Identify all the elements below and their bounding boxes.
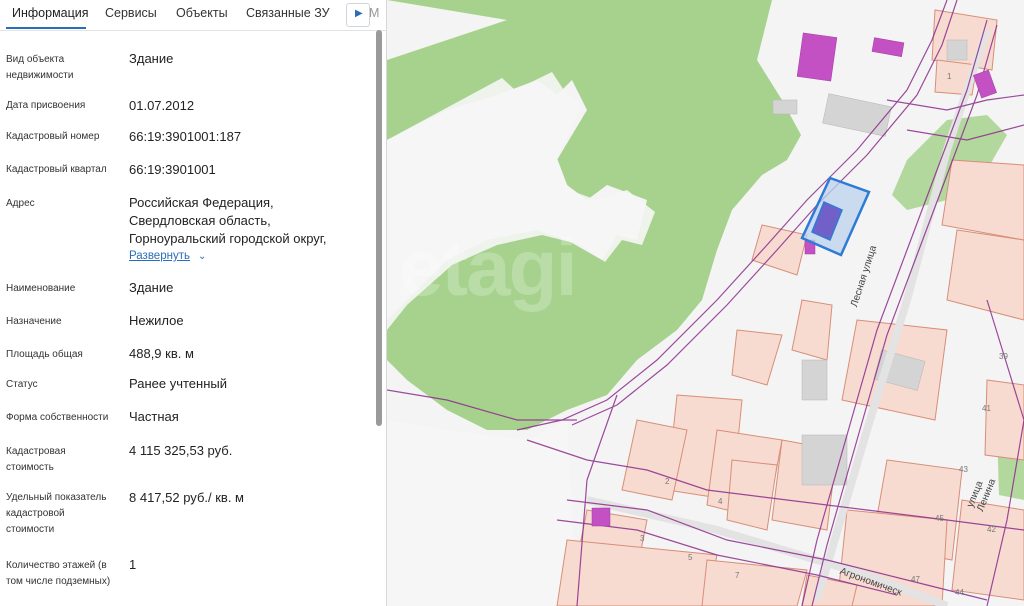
tab-objects[interactable]: Объекты <box>176 6 228 20</box>
address-line-1: Российская Федерация, <box>129 195 274 210</box>
house-number: 3 <box>640 534 645 543</box>
specific-value-value: 8 417,52 руб./ кв. м <box>129 490 244 505</box>
tabs-scroll-right-button[interactable]: ▶ <box>346 3 370 27</box>
cadastral-value-label: Кадастровая стоимость <box>6 446 66 473</box>
house-number: 2 <box>665 477 670 486</box>
address-line-2: Свердловская область, <box>129 213 271 228</box>
ownership-label: Форма собственности <box>6 412 109 423</box>
purpose-value: Нежилое <box>129 313 184 328</box>
address-label: Адрес <box>6 198 35 209</box>
floors-value: 1 <box>129 557 137 572</box>
tab-information[interactable]: Информация <box>12 6 89 20</box>
assign-date-label: Дата присвоения <box>6 100 86 111</box>
house-number: 1 <box>947 72 952 81</box>
object-type-label: Вид объекта недвижимости <box>6 54 74 81</box>
cadastral-quarter-value: 66:19:3901001 <box>129 162 216 177</box>
chevron-down-icon: ⌄ <box>197 251 207 262</box>
assign-date-value: 01.07.2012 <box>129 98 195 113</box>
house-number: 7 <box>735 571 740 580</box>
chevron-right-icon: ▶ <box>355 8 363 19</box>
expand-address-link[interactable]: Развернуть ⌄ <box>129 250 206 262</box>
active-tab-indicator <box>6 27 86 29</box>
specific-value-label: Удельный показатель кадастровой стоимост… <box>6 492 107 535</box>
cadastral-number-label: Кадастровый номер <box>6 131 100 142</box>
tab-more-truncated[interactable]: М <box>369 6 379 20</box>
house-number: 45 <box>935 514 944 523</box>
cadastral-value-value: 4 115 325,53 руб. <box>129 443 233 458</box>
status-label: Статус <box>6 379 38 390</box>
expand-address-label: Развернуть <box>129 250 190 262</box>
ownership-value: Частная <box>129 409 179 424</box>
cadastral-quarter-label: Кадастровый квартал <box>6 164 107 175</box>
address-line-3: Горноуральский городской округ, <box>129 231 327 246</box>
house-number: 5 <box>688 553 693 562</box>
info-panel: Информация Сервисы Объекты Связанные ЗУ … <box>0 0 387 606</box>
map-watermark: etagi <box>399 223 578 312</box>
tab-services[interactable]: Сервисы <box>105 6 157 20</box>
panel-scrollbar[interactable] <box>376 30 382 426</box>
house-number: 42 <box>987 525 996 534</box>
house-number: 43 <box>959 465 968 474</box>
purpose-label: Назначение <box>6 316 62 327</box>
cadastral-number-value: 66:19:3901001:187 <box>129 129 242 144</box>
floors-label: Количество этажей (в том числе подземных… <box>6 560 111 587</box>
house-number: 44 <box>955 588 964 597</box>
house-number: 4 <box>718 497 723 506</box>
house-number: 39 <box>999 352 1008 361</box>
tab-related-parcels[interactable]: Связанные ЗУ <box>246 6 330 20</box>
area-value: 488,9 кв. м <box>129 346 194 361</box>
house-number: 41 <box>982 404 991 413</box>
area-label: Площадь общая <box>6 349 83 360</box>
tab-bar: Информация Сервисы Объекты Связанные ЗУ … <box>0 0 386 31</box>
object-type-value: Здание <box>129 51 174 66</box>
cadastral-map[interactable]: etagi Лесная улица улица Ленина Агрономи… <box>387 0 1024 606</box>
name-value: Здание <box>129 280 174 295</box>
status-value: Ранее учтенный <box>129 376 227 391</box>
house-number: 47 <box>911 575 920 584</box>
name-label: Наименование <box>6 283 76 294</box>
